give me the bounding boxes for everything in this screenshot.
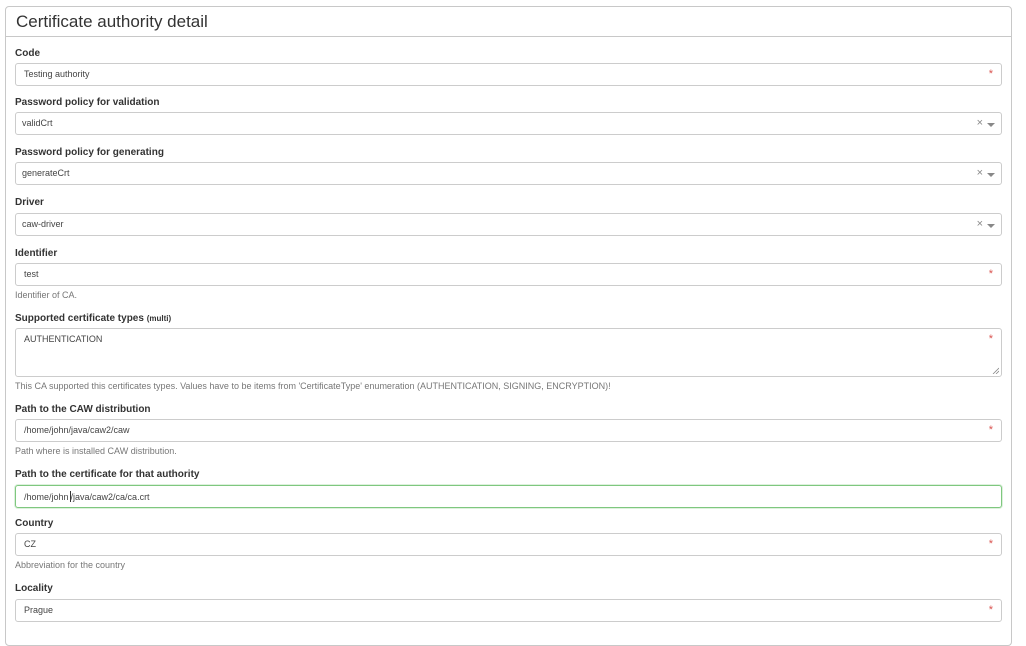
required-marker: * (988, 68, 993, 80)
cert-types-label-text: Supported certificate types (15, 313, 144, 324)
password-generating-select[interactable]: generateCrt × (15, 162, 1002, 185)
clear-icon[interactable]: × (977, 117, 983, 129)
cert-types-help: This CA supported this certificates type… (15, 381, 611, 391)
cert-types-textarea[interactable]: AUTHENTICATION * (15, 328, 1002, 377)
country-help: Abbreviation for the country (15, 560, 126, 570)
required-marker: * (988, 424, 993, 436)
driver-value: caw-driver (22, 219, 64, 229)
caw-path-help: Path where is installed CAW distribution… (15, 446, 177, 456)
country-label: Country (15, 518, 54, 529)
panel-title: Certificate authority detail (16, 12, 208, 31)
clear-icon[interactable]: × (977, 167, 983, 179)
password-validation-label: Password policy for validation (15, 97, 160, 108)
caw-path-value: /home/john/java/caw2/caw (24, 425, 130, 435)
caw-path-input[interactable]: /home/john/java/caw2/caw * (15, 419, 1002, 442)
password-validation-value: validCrt (22, 118, 53, 128)
identifier-label: Identifier (15, 248, 58, 259)
cert-types-label: Supported certificate types (multi) (15, 313, 171, 325)
code-value: Testing authority (24, 69, 90, 79)
cert-path-label: Path to the certificate for that authori… (15, 469, 200, 480)
cert-path-value-after-cursor: /java/caw2/ca/ca.crt (70, 492, 150, 502)
caw-path-label: Path to the CAW distribution (15, 404, 151, 415)
country-input[interactable]: CZ * (15, 533, 1002, 556)
required-marker: * (988, 538, 993, 550)
resize-handle-icon[interactable] (992, 367, 999, 374)
chevron-down-icon[interactable] (987, 224, 995, 228)
cert-path-input[interactable]: /home/john/java/caw2/ca/ca.crt (15, 485, 1002, 508)
cert-types-value: AUTHENTICATION (24, 334, 103, 344)
password-generating-value: generateCrt (22, 168, 70, 178)
cert-path-value-before-cursor: /home/john (24, 492, 69, 502)
chevron-down-icon[interactable] (987, 123, 995, 127)
locality-input[interactable]: Prague * (15, 599, 1002, 622)
locality-value: Prague (24, 605, 54, 615)
clear-icon[interactable]: × (977, 218, 983, 230)
panel-header: Certificate authority detail (6, 7, 1011, 37)
identifier-value: test (24, 269, 39, 279)
required-marker: * (988, 333, 993, 345)
locality-label: Locality (15, 583, 53, 594)
required-marker: * (988, 268, 993, 280)
cert-types-label-suffix: (multi) (146, 314, 172, 323)
identifier-help: Identifier of CA. (15, 290, 78, 300)
required-marker: * (988, 604, 993, 616)
password-generating-label: Password policy for generating (15, 147, 164, 158)
identifier-input[interactable]: test * (15, 263, 1002, 286)
driver-select[interactable]: caw-driver × (15, 213, 1002, 236)
chevron-down-icon[interactable] (987, 173, 995, 177)
password-validation-select[interactable]: validCrt × (15, 112, 1002, 135)
country-value: CZ (24, 539, 36, 549)
code-label: Code (15, 48, 40, 59)
driver-label: Driver (15, 197, 44, 208)
cert-path-value: /home/john/java/caw2/ca/ca.crt (24, 491, 150, 503)
code-input[interactable]: Testing authority * (15, 63, 1002, 86)
